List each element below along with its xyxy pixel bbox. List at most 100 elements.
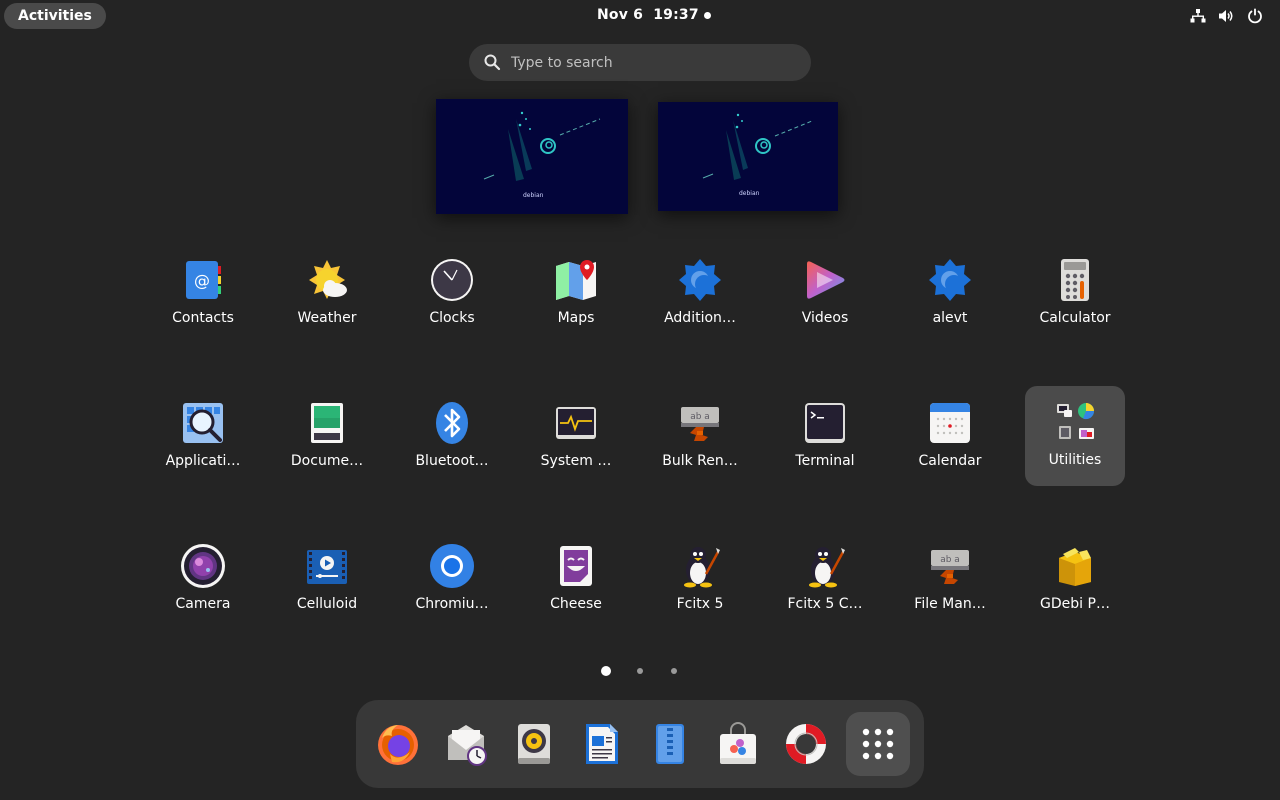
search-box[interactable] bbox=[469, 44, 811, 81]
app-document-scanner[interactable]: Docume… bbox=[277, 387, 377, 487]
volume-icon[interactable] bbox=[1217, 7, 1235, 25]
app-label: Fcitx 5 C… bbox=[787, 596, 863, 612]
app-clocks[interactable]: Clocks bbox=[402, 244, 502, 344]
app-label: File Man… bbox=[914, 596, 986, 612]
dock bbox=[356, 700, 924, 788]
app-label: Contacts bbox=[172, 310, 234, 326]
camera-icon bbox=[181, 544, 225, 588]
search-icon bbox=[484, 54, 501, 71]
page-indicator-2[interactable] bbox=[637, 668, 643, 674]
app-label: alevt bbox=[932, 310, 968, 326]
dock-item-libreoffice-writer[interactable] bbox=[570, 712, 634, 776]
additional-drivers-icon bbox=[679, 259, 721, 301]
activities-button[interactable]: Activities bbox=[4, 3, 106, 29]
svg-text:ab a: ab a bbox=[940, 555, 960, 565]
maps-icon bbox=[556, 260, 596, 300]
app-system-monitor[interactable]: System … bbox=[526, 387, 626, 487]
app-terminal[interactable]: Terminal bbox=[775, 387, 875, 487]
page-indicator-3[interactable] bbox=[671, 668, 677, 674]
dock-item-evolution[interactable] bbox=[434, 712, 498, 776]
app-label: System … bbox=[540, 453, 612, 469]
videos-icon bbox=[807, 261, 845, 299]
app-label: Calendar bbox=[918, 453, 982, 469]
file-manager-icon: ab a bbox=[931, 550, 969, 584]
application-finder-icon bbox=[183, 403, 223, 443]
mail-clock-icon bbox=[448, 725, 487, 766]
celluloid-icon bbox=[307, 550, 347, 584]
workspace-thumbnail-1[interactable]: debian bbox=[436, 99, 628, 214]
app-calculator[interactable]: Calculator bbox=[1025, 244, 1125, 344]
app-label: Cheese bbox=[550, 596, 602, 612]
app-label: Applicati… bbox=[165, 453, 241, 469]
workspace-thumbnail-2[interactable]: debian bbox=[658, 102, 838, 211]
app-file-manager[interactable]: ab a File Man… bbox=[900, 530, 1000, 630]
software-bag-icon bbox=[720, 722, 756, 764]
dock-item-rhythmbox[interactable] bbox=[502, 712, 566, 776]
app-contacts[interactable]: @ Contacts bbox=[153, 244, 253, 344]
firefox-icon bbox=[378, 725, 418, 765]
app-bulk-rename[interactable]: ab a Bulk Ren… bbox=[650, 387, 750, 487]
app-label: Weather bbox=[297, 310, 357, 326]
dock-item-software[interactable] bbox=[706, 712, 770, 776]
app-label: Bluetoot… bbox=[415, 453, 489, 469]
app-camera[interactable]: Camera bbox=[153, 530, 253, 630]
svg-text:@: @ bbox=[194, 271, 210, 290]
alevt-icon bbox=[929, 259, 971, 301]
app-additional-drivers[interactable]: Addition… bbox=[650, 244, 750, 344]
app-bluetooth[interactable]: Bluetoot… bbox=[402, 387, 502, 487]
app-label: Clocks bbox=[429, 310, 475, 326]
app-fcitx5-config[interactable]: Fcitx 5 C… bbox=[775, 530, 875, 630]
gdebi-icon bbox=[1059, 548, 1091, 586]
document-scanner-icon bbox=[311, 403, 343, 443]
clocks-icon bbox=[431, 259, 473, 301]
top-bar: Activities Nov 6 19:37 bbox=[0, 0, 1280, 32]
app-label: Calculator bbox=[1039, 310, 1111, 326]
archive-icon bbox=[656, 724, 684, 764]
app-label: Celluloid bbox=[296, 596, 358, 612]
calculator-icon bbox=[1061, 259, 1089, 301]
page-indicator-1[interactable] bbox=[601, 666, 611, 676]
app-label: Fcitx 5 bbox=[676, 596, 724, 612]
debian-logo-text: debian bbox=[523, 192, 544, 199]
bluetooth-icon bbox=[436, 402, 468, 444]
notification-indicator-icon bbox=[704, 12, 711, 19]
app-grid-icon bbox=[862, 728, 894, 760]
power-icon[interactable] bbox=[1246, 7, 1264, 25]
chromium-icon bbox=[430, 544, 474, 588]
app-label: Chromiu… bbox=[415, 596, 489, 612]
app-videos[interactable]: Videos bbox=[775, 244, 875, 344]
folder-utilities[interactable]: Utilities bbox=[1025, 386, 1125, 486]
app-label: Camera bbox=[175, 596, 231, 612]
system-monitor-icon bbox=[556, 407, 596, 439]
calendar-icon bbox=[930, 403, 970, 443]
date-time-clock[interactable]: Nov 6 19:37 bbox=[597, 7, 699, 23]
app-cheese[interactable]: Cheese bbox=[526, 530, 626, 630]
app-label: Bulk Ren… bbox=[662, 453, 738, 469]
app-gdebi[interactable]: GDebi P… bbox=[1025, 530, 1125, 630]
dock-item-file-archiver[interactable] bbox=[638, 712, 702, 776]
app-label: Maps bbox=[557, 310, 595, 326]
app-label: Docume… bbox=[290, 453, 364, 469]
app-celluloid[interactable]: Celluloid bbox=[277, 530, 377, 630]
app-label: Videos bbox=[801, 310, 849, 326]
writer-icon bbox=[586, 724, 618, 764]
dock-item-help[interactable] bbox=[774, 712, 838, 776]
app-fcitx5[interactable]: Fcitx 5 bbox=[650, 530, 750, 630]
bulk-rename-icon: ab a bbox=[681, 407, 719, 441]
weather-icon bbox=[309, 260, 347, 299]
app-chromium[interactable]: Chromiu… bbox=[402, 530, 502, 630]
show-apps-button[interactable] bbox=[846, 712, 910, 776]
app-calendar[interactable]: Calendar bbox=[900, 387, 1000, 487]
cheese-icon bbox=[560, 546, 592, 586]
network-icon[interactable] bbox=[1189, 7, 1207, 25]
app-label: Utilities bbox=[1048, 452, 1102, 468]
svg-text:ab a: ab a bbox=[690, 412, 710, 422]
dock-item-firefox[interactable] bbox=[366, 712, 430, 776]
app-label: Terminal bbox=[795, 453, 855, 469]
search-input[interactable] bbox=[511, 44, 801, 81]
app-application-finder[interactable]: Applicati… bbox=[153, 387, 253, 487]
app-maps[interactable]: Maps bbox=[526, 244, 626, 344]
lifebuoy-icon bbox=[786, 724, 826, 764]
app-weather[interactable]: Weather bbox=[277, 244, 377, 344]
app-alevt[interactable]: alevt bbox=[900, 244, 1000, 344]
